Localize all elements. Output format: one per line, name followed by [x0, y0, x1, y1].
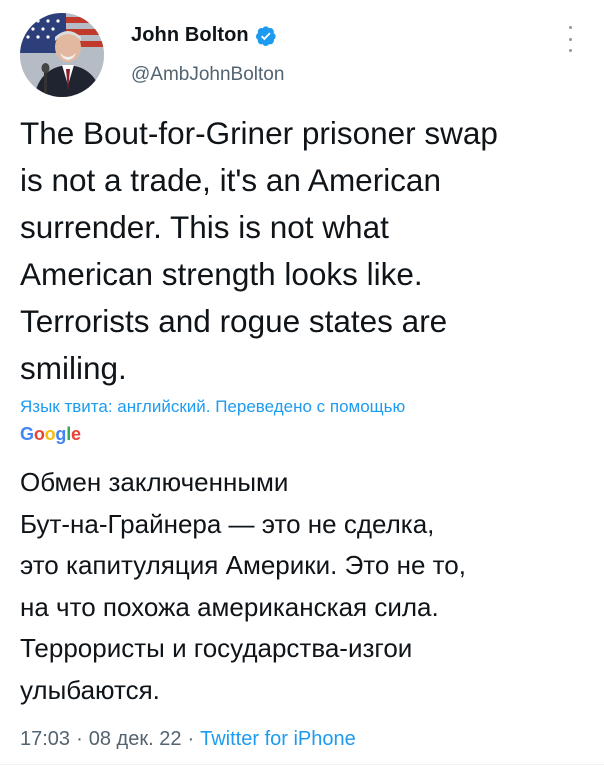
author-name-row[interactable]: John Bolton [131, 24, 277, 47]
meta-separator: · [76, 728, 83, 750]
google-logo: Google [20, 424, 81, 444]
more-vertical-icon[interactable] [563, 26, 577, 52]
divider [0, 764, 604, 765]
author-handle[interactable]: @AmbJohnBolton [131, 64, 284, 86]
tweet-text: The Bout-for-Griner prisoner swap is not… [20, 115, 498, 386]
translation-note[interactable]: Язык твита: английский. Переведено с пом… [20, 397, 405, 417]
avatar-image [20, 13, 104, 97]
tweet-meta: 17:03 · 08 дек. 22 · Twitter for iPhone [20, 728, 356, 751]
tweet-source-link[interactable]: Twitter for iPhone [200, 728, 356, 751]
avatar[interactable] [20, 13, 104, 97]
translated-text: Обмен заключенными Бут-на-Грайнера — это… [20, 467, 466, 705]
meta-separator: · [187, 728, 195, 750]
tweet-card: John Bolton @AmbJohnBolton The Bout-for-… [0, 0, 604, 766]
tweet-date[interactable]: 08 дек. 22 [89, 728, 182, 751]
author-display-name[interactable]: John Bolton [131, 24, 249, 47]
tweet-time[interactable]: 17:03 [20, 728, 70, 751]
verified-badge-icon [255, 25, 276, 46]
